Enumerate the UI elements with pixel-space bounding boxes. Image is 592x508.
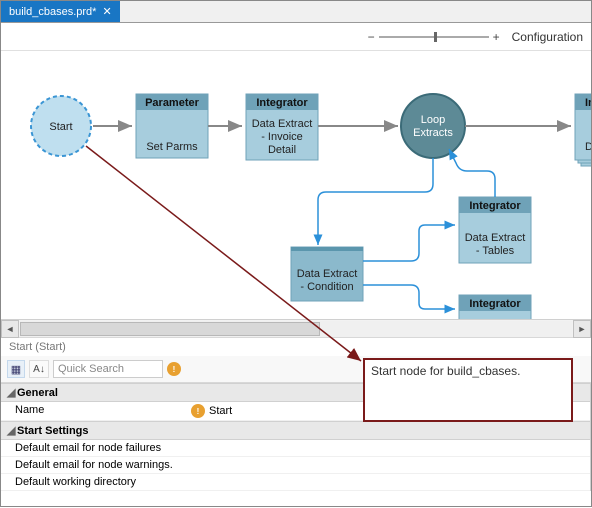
svg-text:Set Parms: Set Parms <box>146 141 198 153</box>
tab-title: build_cbases.prd* <box>9 6 96 18</box>
svg-text:Loop: Loop <box>421 114 445 126</box>
group-settings-label: Start Settings <box>17 425 89 437</box>
parameter-node[interactable]: Parameter Set Parms <box>136 94 208 158</box>
svg-text:Integrator: Integrator <box>469 298 521 310</box>
scroll-left-button[interactable]: ◄ <box>1 320 19 338</box>
integrator-tables-node[interactable]: Integrator Data Extract - Tables <box>459 197 531 263</box>
svg-text:Start: Start <box>49 121 72 133</box>
svg-text:- Condition: - Condition <box>300 281 353 293</box>
close-icon[interactable]: ✕ <box>102 5 111 18</box>
svg-text:Inte: Inte <box>585 97 591 109</box>
slider-thumb[interactable] <box>434 32 437 42</box>
loop-node[interactable]: Loop Extracts <box>401 94 465 158</box>
svg-text:Data Extract: Data Extract <box>297 268 358 280</box>
svg-text:Parameter: Parameter <box>145 97 200 109</box>
warning-icon[interactable]: ! <box>167 362 181 376</box>
svg-text:- Tables: - Tables <box>476 245 515 257</box>
svg-text:Data: Data <box>585 141 591 153</box>
prop-name-value: Start <box>209 405 232 417</box>
tab-build-cbases[interactable]: build_cbases.prd* ✕ <box>1 1 120 22</box>
integrator-stack-node[interactable]: Inte Data <box>575 94 591 166</box>
start-node[interactable]: Start <box>31 96 91 156</box>
configuration-link[interactable]: Configuration <box>512 30 583 44</box>
scroll-thumb[interactable] <box>20 322 320 336</box>
edge-condition-bottom <box>363 285 455 309</box>
scroll-right-button[interactable]: ► <box>573 320 591 338</box>
prop-warning-email[interactable]: Default email for node warnings. <box>1 457 590 474</box>
search-input[interactable]: Quick Search <box>53 360 163 378</box>
prop-failure-label: Default email for node failures <box>15 442 584 454</box>
tab-bar: build_cbases.prd* ✕ <box>1 1 591 23</box>
integrator-invoice-node[interactable]: Integrator Data Extract - Invoice Detail <box>246 94 318 160</box>
canvas-hscrollbar[interactable]: ◄ ► <box>1 319 591 337</box>
workflow-diagram: Start Parameter Set Parms Integrator Dat… <box>1 51 591 319</box>
edge-loop-condition <box>318 158 433 245</box>
svg-text:Integrator: Integrator <box>469 200 521 212</box>
properties-header: Start (Start) <box>1 337 591 356</box>
sort-az-icon[interactable]: A↓ <box>29 360 49 378</box>
workflow-canvas[interactable]: Start Parameter Set Parms Integrator Dat… <box>1 51 591 319</box>
prop-warning-label: Default email for node warnings. <box>15 459 584 471</box>
group-general-label: General <box>17 387 58 399</box>
zoom-in-icon[interactable]: + <box>493 30 500 44</box>
zoom-out-icon[interactable]: − <box>368 30 375 44</box>
callout-box: Start node for build_cbases. <box>363 358 573 422</box>
svg-text:Data Extract: Data Extract <box>252 118 313 130</box>
prop-name-key: Name <box>15 404 191 418</box>
prop-working-dir[interactable]: Default working directory <box>1 474 590 491</box>
prop-wd-label: Default working directory <box>15 476 584 488</box>
edge-condition-tables <box>363 225 455 261</box>
svg-text:Integrator: Integrator <box>256 97 308 109</box>
callout-text: Start node for build_cbases. <box>371 364 520 378</box>
svg-text:Detail: Detail <box>268 144 296 156</box>
svg-text:- Invoice: - Invoice <box>261 131 303 143</box>
svg-text:Extracts: Extracts <box>413 127 453 139</box>
edge-tables-loop <box>449 149 495 197</box>
search-placeholder: Quick Search <box>58 363 124 375</box>
scroll-track[interactable] <box>20 321 572 337</box>
slider-track[interactable] <box>379 36 489 38</box>
warning-icon: ! <box>191 404 205 418</box>
zoom-slider[interactable]: − + <box>368 30 500 44</box>
categorized-view-icon[interactable]: ▦ <box>7 360 25 378</box>
group-start-settings[interactable]: ◢Start Settings <box>1 421 590 440</box>
config-bar: − + Configuration <box>1 23 591 51</box>
svg-text:Data Extract: Data Extract <box>465 232 526 244</box>
condition-node[interactable]: Data Extract - Condition <box>291 247 363 301</box>
prop-failure-email[interactable]: Default email for node failures <box>1 440 590 457</box>
integrator-bottom-node[interactable]: Integrator <box>459 295 531 319</box>
